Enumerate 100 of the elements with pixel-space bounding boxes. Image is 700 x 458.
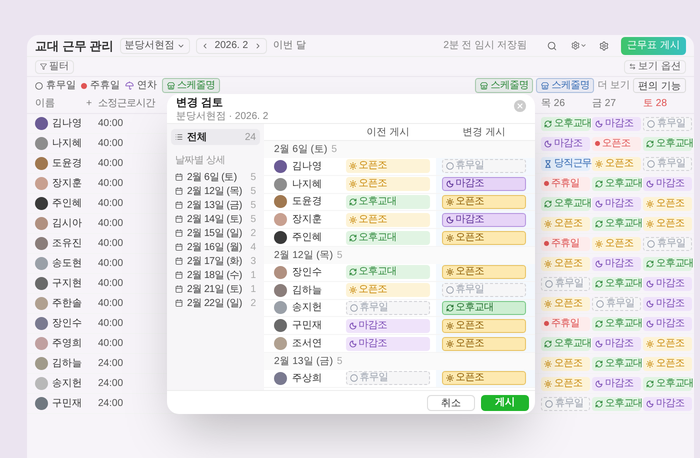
- convenience-button[interactable]: 편의 기능: [633, 78, 686, 93]
- date-item[interactable]: 2월 21일 (토) 1: [171, 282, 260, 296]
- shift-chip: 오픈조: [442, 318, 526, 333]
- date-item[interactable]: 2월 12일 (목) 5: [171, 184, 260, 198]
- employee-name: 주영희: [52, 337, 82, 351]
- moon-icon: [595, 200, 603, 208]
- date-item[interactable]: 2월 6일 (토) 5: [171, 170, 260, 184]
- moon-icon: [595, 260, 603, 268]
- date-item[interactable]: 2월 13일 (금) 5: [171, 198, 260, 212]
- employee-name: 김나영: [52, 117, 82, 131]
- employee-name: 나지혜: [292, 178, 322, 192]
- cycle-icon: [595, 360, 603, 368]
- avatar: [274, 301, 287, 314]
- calendar-icon: [175, 173, 183, 181]
- cancel-button[interactable]: 취소: [427, 394, 475, 410]
- legend-item: 주휴일: [81, 78, 120, 93]
- group-count: 5: [336, 354, 342, 369]
- avatar: [35, 217, 48, 230]
- employee-name: 구민재: [52, 397, 82, 411]
- date-item[interactable]: 2월 16일 (월) 4: [171, 240, 260, 254]
- hours-cell-text: 24:00: [98, 397, 124, 411]
- column-header: 이전 게시: [366, 126, 410, 140]
- shift-chip: 마감조: [592, 336, 641, 350]
- cycle-icon: [646, 140, 654, 148]
- this-month-button[interactable]: 이번 달: [273, 38, 306, 53]
- group-count: 5: [331, 143, 337, 157]
- month-picker[interactable]: 2026. 2: [196, 38, 268, 54]
- cycle-icon: [595, 320, 603, 328]
- shift-chip: 오픈조: [442, 371, 526, 386]
- shift-chip: 오후교대: [592, 216, 641, 230]
- moon-icon: [646, 280, 654, 288]
- settings-icon[interactable]: [599, 40, 610, 50]
- schedule-tag[interactable]: 스케줄명: [536, 78, 594, 93]
- view-dropdown[interactable]: [571, 41, 588, 50]
- avatar: [35, 297, 48, 310]
- employee-name: 김시아: [52, 217, 82, 231]
- date-item[interactable]: 2월 22일 (일) 2: [171, 296, 260, 310]
- cycle-icon: [595, 180, 603, 188]
- employee-name: 구지현: [52, 277, 82, 291]
- shift-chip: 오픈조: [541, 256, 590, 270]
- filter-button[interactable]: 필터: [35, 60, 74, 74]
- all-item[interactable]: 전체 24: [171, 129, 260, 145]
- cycle-icon: [646, 260, 654, 268]
- hours-cell-text: 40:00: [98, 277, 124, 291]
- shift-chip: 오후교대: [346, 265, 430, 280]
- sun-icon: [544, 360, 552, 368]
- shift-chip: 오후교대: [592, 316, 641, 330]
- avatar: [35, 337, 48, 350]
- date-item[interactable]: 2월 14일 (토) 5: [171, 212, 260, 226]
- search-icon[interactable]: [547, 40, 558, 50]
- dialog-title: 변경 검토: [176, 97, 224, 110]
- sun-icon: [446, 340, 454, 348]
- shift-chip: 휴무일: [442, 159, 526, 174]
- employee-name: 장인수: [292, 266, 322, 280]
- avatar: [35, 237, 48, 250]
- sun-icon: [544, 220, 552, 228]
- moon-icon: [595, 340, 603, 348]
- circle-icon: [545, 280, 553, 288]
- schedule-tag[interactable]: 스케줄명: [162, 78, 220, 93]
- shift-chip: 오픈조: [346, 159, 430, 174]
- sun-icon: [646, 340, 654, 348]
- shift-chip: 휴무일: [592, 296, 641, 310]
- shift-chip: 오픈조: [541, 356, 590, 370]
- shift-chip: 마감조: [592, 256, 641, 270]
- calendar-icon: [175, 257, 183, 265]
- day-header: 목 26: [541, 97, 566, 111]
- hours-cell-text: 40:00: [98, 237, 124, 251]
- avatar: [274, 372, 287, 385]
- date-item[interactable]: 2월 18일 (수) 1: [171, 268, 260, 282]
- shift-chip: 오후교대: [643, 136, 692, 150]
- employee-name: 장인수: [52, 317, 82, 331]
- employee-name: 주인혜: [52, 197, 82, 211]
- moon-icon: [646, 180, 654, 188]
- employee-name: 김하늘: [292, 284, 322, 298]
- calendar-icon: [175, 243, 183, 251]
- sun-icon: [646, 220, 654, 228]
- shift-chip: 오후교대: [442, 300, 526, 315]
- schedule-tag[interactable]: 스케줄명: [475, 78, 534, 93]
- group-date: 2월 13일 (금): [274, 354, 333, 369]
- shift-chip: 휴무일: [643, 236, 692, 250]
- view-options-button[interactable]: 보기 옵션: [624, 60, 686, 74]
- shift-chip: 오픈조: [592, 156, 641, 170]
- shift-chip: 마감조: [346, 336, 430, 351]
- shift-chip: 오픈조: [442, 194, 526, 209]
- date-item[interactable]: 2월 15일 (일) 2: [171, 226, 260, 240]
- shift-chip: 마감조: [592, 196, 641, 210]
- hours-cell-text: 40:00: [98, 157, 124, 171]
- avatar: [274, 337, 287, 350]
- sun-icon: [446, 374, 454, 382]
- employee-name: 장지훈: [292, 213, 322, 228]
- sun-icon: [646, 200, 654, 208]
- add-column-button[interactable]: +: [86, 96, 92, 111]
- date-item[interactable]: 2월 17일 (화) 3: [171, 254, 260, 268]
- page-title: 교대 근무 관리: [35, 38, 114, 54]
- hours-cell-text: 40:00: [98, 137, 124, 151]
- employee-name: 김나영: [292, 160, 322, 174]
- circle-icon: [545, 400, 553, 408]
- branch-dropdown[interactable]: 분당서현점: [120, 38, 190, 54]
- shift-chip: 오픈조: [346, 177, 430, 192]
- shift-chip: 오후교대: [541, 196, 590, 210]
